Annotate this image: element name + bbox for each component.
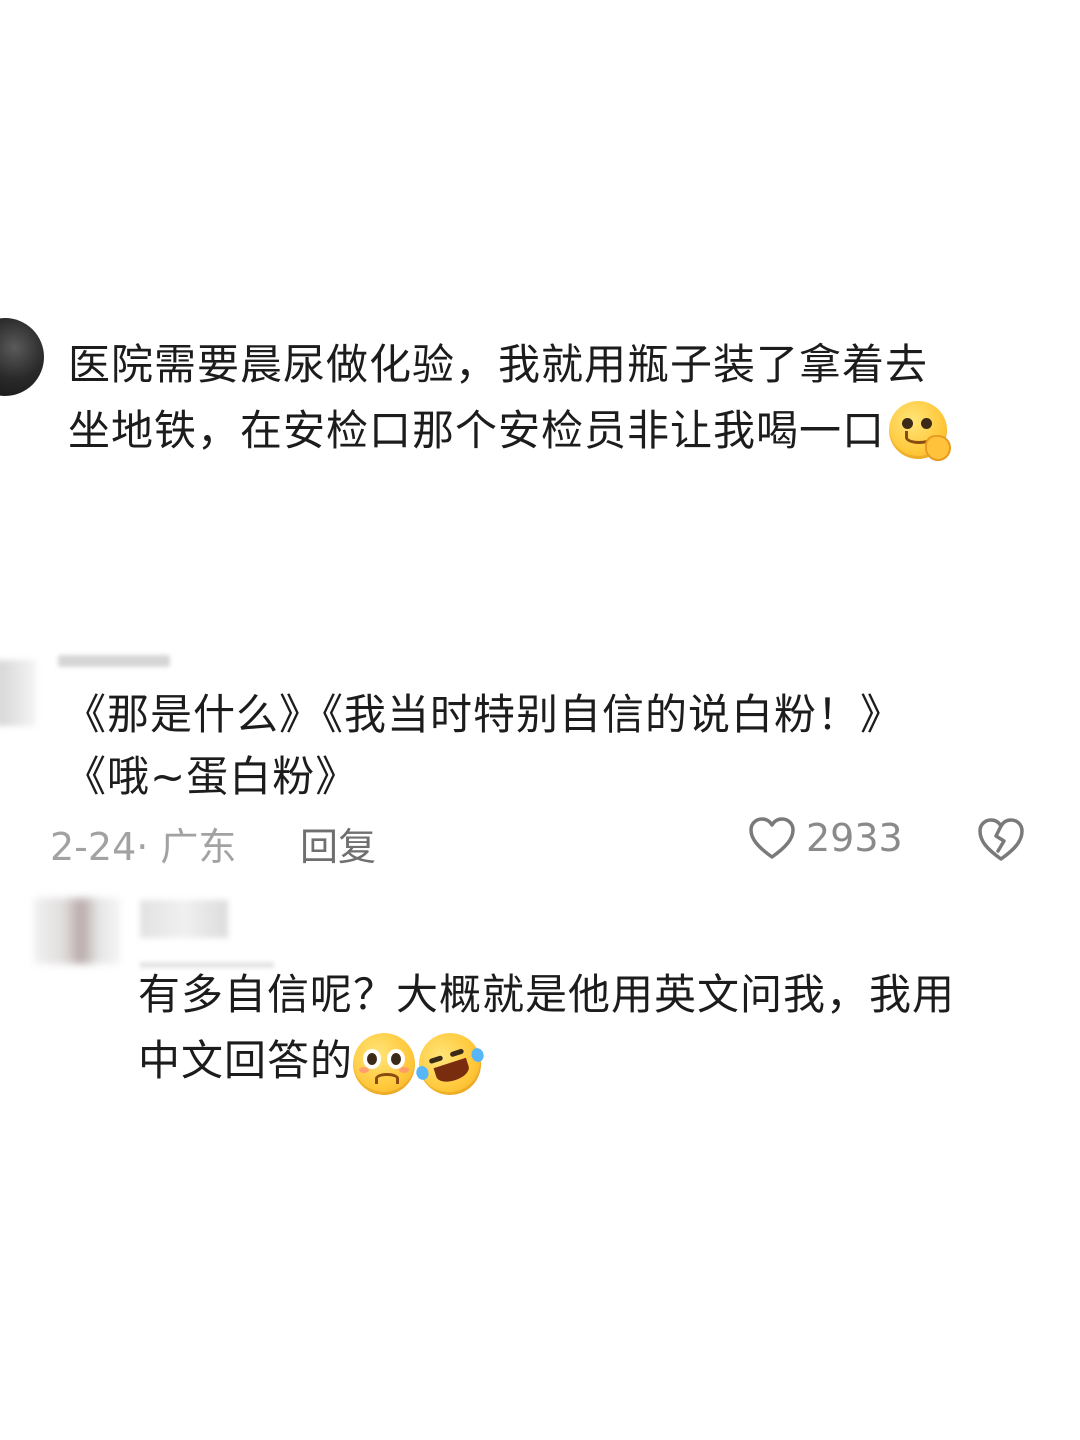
commenter-avatar[interactable] xyxy=(0,660,36,726)
post-text-line-1: 医院需要晨尿做化验，我就用瓶子装了拿着去 xyxy=(68,340,929,389)
comment-meta-row: 2-24· 广东 回复 2933 xyxy=(50,808,1040,871)
post-author-avatar[interactable] xyxy=(0,318,44,396)
heart-outline-icon xyxy=(749,817,795,859)
like-count: 2933 xyxy=(806,816,903,860)
post-text-line-2: 坐地铁，在安检口那个安检员非让我喝一口 xyxy=(68,398,1038,464)
smirk-face-emoji-icon xyxy=(889,400,952,461)
comment-text-line-2: 《哦~蛋白粉》 xyxy=(64,752,359,801)
reply-text-line-2: 中文回答的 xyxy=(138,1024,1038,1103)
commenter-username-blurred[interactable] xyxy=(58,655,170,667)
comment-text-line-1: 《那是什么》《我当时特别自信的说白粉！》 xyxy=(64,690,904,739)
comment-text: 《那是什么》《我当时特别自信的说白粉！》 《哦~蛋白粉》 xyxy=(64,684,1044,808)
post-text: 医院需要晨尿做化验，我就用瓶子装了拿着去 坐地铁，在安检口那个安检员非让我喝一口 xyxy=(68,332,1038,464)
rofl-emoji-icon xyxy=(410,1024,490,1103)
replier-avatar[interactable] xyxy=(34,898,120,964)
post-text-line-2-content: 坐地铁，在安检口那个安检员非让我喝一口 xyxy=(68,406,886,455)
broken-heart-icon[interactable] xyxy=(976,816,1026,862)
replier-username-blurred[interactable] xyxy=(140,900,228,938)
pleading-face-emoji-icon xyxy=(353,1032,416,1095)
comment-date-location: 2-24· 广东 xyxy=(50,825,237,869)
reply-text-line-1: 有多自信呢？大概就是他用英文问我，我用 xyxy=(138,970,956,1019)
reply-text: 有多自信呢？大概就是他用英文问我，我用 中文回答的 xyxy=(138,962,1038,1103)
reply-text-line-2-content: 中文回答的 xyxy=(138,1036,354,1085)
reply-button[interactable]: 回复 xyxy=(300,816,376,871)
